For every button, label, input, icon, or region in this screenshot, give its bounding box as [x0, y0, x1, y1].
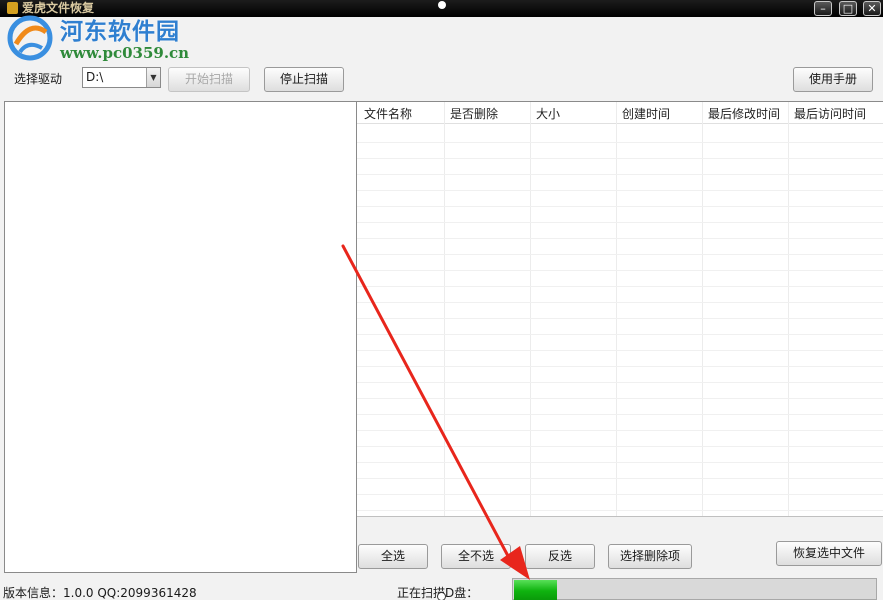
drive-select-value: D:\ — [86, 70, 104, 84]
recover-selected-button[interactable]: 恢复选中文件 — [776, 541, 882, 566]
grid-row-line — [357, 238, 883, 239]
scan-progress-fill — [514, 580, 557, 600]
select-all-button[interactable]: 全选 — [358, 544, 428, 569]
grid-row-line — [357, 174, 883, 175]
watermark-logo-icon — [7, 15, 53, 61]
grid-row-line — [357, 286, 883, 287]
grid-row-line — [357, 430, 883, 431]
resize-handle-bottom[interactable] — [437, 592, 446, 600]
directory-tree-panel[interactable] — [4, 101, 357, 573]
column-header-modified[interactable]: 最后修改时间 — [708, 105, 780, 122]
grid-row-line — [357, 158, 883, 159]
column-header-accessed[interactable]: 最后访问时间 — [794, 105, 866, 122]
file-list-table[interactable]: 文件名称 是否删除 大小 创建时间 最后修改时间 最后访问时间 — [357, 101, 883, 517]
grid-column-line — [788, 102, 789, 516]
start-scan-button[interactable]: 开始扫描 — [168, 67, 250, 92]
grid-column-line — [530, 102, 531, 516]
minimize-button[interactable]: – — [814, 1, 832, 16]
grid-row-line — [357, 462, 883, 463]
grid-row-line — [357, 270, 883, 271]
scan-progress-bar — [512, 578, 877, 600]
column-header-name[interactable]: 文件名称 — [364, 105, 412, 122]
watermark: 河东软件园 www.pc0359.cn — [0, 8, 210, 68]
grid-row-line — [357, 206, 883, 207]
version-info: 版本信息：1.0.0 QQ:2099361428 — [3, 586, 197, 600]
grid-row-line — [357, 142, 883, 143]
grid-row-line — [357, 318, 883, 319]
close-button[interactable]: ✕ — [863, 1, 881, 16]
grid-row-line — [357, 414, 883, 415]
manual-button[interactable]: 使用手册 — [793, 67, 873, 92]
stop-scan-button[interactable]: 停止扫描 — [264, 67, 344, 92]
grid-row-line — [357, 254, 883, 255]
select-none-button[interactable]: 全不选 — [441, 544, 511, 569]
grid-row-line — [357, 190, 883, 191]
grid-row-line — [357, 334, 883, 335]
grid-row-line — [357, 350, 883, 351]
grid-row-line — [357, 478, 883, 479]
grid-column-line — [444, 102, 445, 516]
chevron-down-icon[interactable]: ▼ — [146, 68, 160, 87]
watermark-title: 河东软件园 — [60, 18, 180, 45]
grid-row-line — [357, 494, 883, 495]
grid-row-line — [357, 510, 883, 511]
column-header-deleted[interactable]: 是否删除 — [450, 105, 498, 122]
drive-select[interactable]: D:\ ▼ — [82, 67, 161, 88]
grid-row-line — [357, 366, 883, 367]
watermark-url: www.pc0359.cn — [60, 44, 190, 62]
grid-row-line — [357, 222, 883, 223]
select-deleted-button[interactable]: 选择删除项 — [608, 544, 692, 569]
maximize-button[interactable]: □ — [839, 1, 857, 16]
file-list-header: 文件名称 是否删除 大小 创建时间 最后修改时间 最后访问时间 — [357, 102, 883, 124]
grid-row-line — [357, 398, 883, 399]
column-header-size[interactable]: 大小 — [536, 105, 560, 122]
grid-column-line — [616, 102, 617, 516]
drive-label: 选择驱动 — [14, 72, 63, 86]
grid-row-line — [357, 382, 883, 383]
column-header-created[interactable]: 创建时间 — [622, 105, 670, 122]
invert-selection-button[interactable]: 反选 — [525, 544, 595, 569]
grid-row-line — [357, 302, 883, 303]
grid-column-line — [702, 102, 703, 516]
resize-handle-top[interactable] — [438, 1, 446, 9]
grid-row-line — [357, 446, 883, 447]
